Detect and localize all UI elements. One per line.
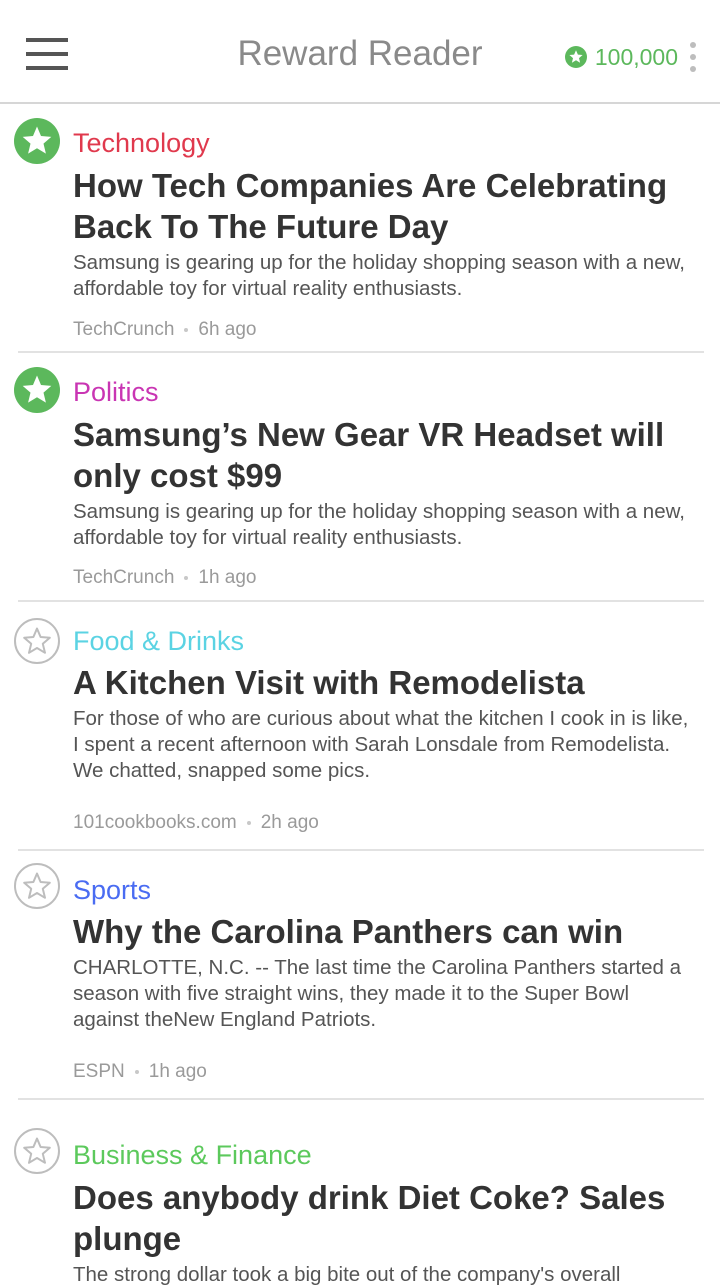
article-summary: The strong dollar took a big bite out of… [73,1263,621,1286]
article-source: TechCrunch [73,319,175,340]
star-filled-icon[interactable] [14,118,60,164]
article-time: 6h ago [198,319,257,340]
top-app-bar: Reward Reader 100,000 [0,0,720,104]
article-meta: 101cookbooks.com 2h ago [73,811,319,835]
article-source: TechCrunch [73,567,175,588]
overflow-menu-icon[interactable] [688,42,698,72]
article-category: Sports [73,875,152,905]
points-value: 100,000 [594,43,678,70]
star-coin-icon [564,46,587,68]
separator-dot [184,576,189,580]
article-card[interactable]: Food & Drinks A Kitchen Visit with Remode… [0,602,720,851]
star-outline-icon[interactable] [14,1128,60,1174]
article-summary: For those of who are curious about what … [73,707,689,782]
separator-dot [184,328,189,332]
article-summary: Samsung is gearing up for the holiday sh… [73,251,685,300]
article-category: Technology [73,128,210,158]
article-time: 2h ago [260,812,319,833]
star-outline-icon[interactable] [14,863,60,909]
star-outline-icon[interactable] [14,618,60,664]
article-summary: Samsung is gearing up for the holiday sh… [73,500,685,549]
article-card[interactable]: Business & Finance Does anybody drink Die… [0,1100,720,1286]
article-time: 1h ago [148,1061,207,1082]
article-card[interactable]: Sports Why the Carolina Panthers can win C… [0,851,720,1100]
article-summary: CHARLOTTE, N.C. -- The last time the Car… [73,956,682,1031]
separator-dot [134,1070,139,1074]
article-title[interactable]: Why the Carolina Panthers can win [73,911,690,952]
article-category: Politics [73,377,159,407]
article-title[interactable]: Samsung’s New Gear VR Headset will only … [73,414,690,496]
article-category: Business & Finance [73,1140,312,1170]
star-filled-icon[interactable] [14,367,60,413]
article-time: 1h ago [198,567,257,588]
article-meta: ESPN 1h ago [73,1060,207,1084]
points-balance[interactable]: 100,000 [564,42,678,72]
article-title[interactable]: Does anybody drink Diet Coke? Sales plun… [73,1177,690,1259]
article-card[interactable]: Politics Samsung’s New Gear VR Headset wi… [0,353,720,602]
article-source: ESPN [73,1061,125,1082]
article-meta: TechCrunch 6h ago [73,318,257,342]
separator-dot [246,821,251,825]
article-title[interactable]: How Tech Companies Are Celebrating Back … [73,165,690,247]
article-source: 101cookbooks.com [73,812,237,833]
article-feed: Technology How Tech Companies Are Celebra… [0,104,720,1286]
article-category: Food & Drinks [73,626,245,656]
article-meta: TechCrunch 1h ago [73,566,257,590]
article-title[interactable]: A Kitchen Visit with Remodelista [73,662,690,703]
article-card[interactable]: Technology How Tech Companies Are Celebra… [0,104,720,353]
